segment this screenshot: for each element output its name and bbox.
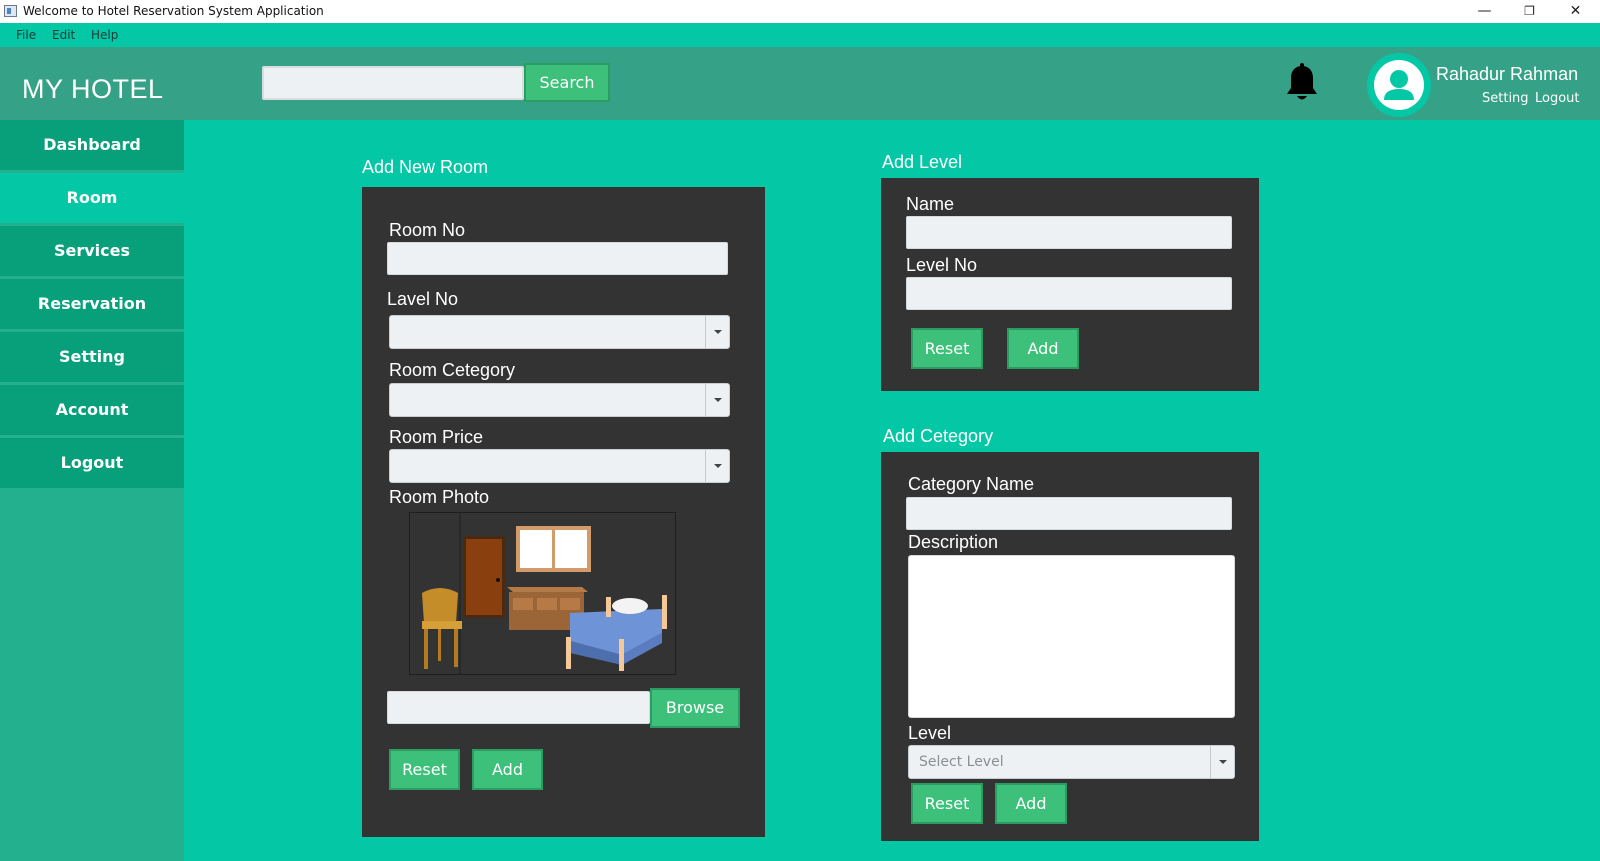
- level-add-button[interactable]: Add: [1007, 328, 1079, 369]
- chevron-down-icon[interactable]: [1210, 746, 1234, 778]
- description-label: Description: [908, 532, 999, 552]
- category-reset-button[interactable]: Reset: [911, 783, 983, 824]
- add-category-panel: Category Name Description Level Select L…: [881, 452, 1259, 841]
- category-level-dropdown[interactable]: Select Level: [908, 745, 1235, 779]
- add-category-title: Add Cetegory: [883, 426, 994, 446]
- app-header: MY HOTEL Search Rahadur Rahman Setting L…: [0, 47, 1600, 120]
- room-no-label: Room No: [389, 220, 466, 240]
- search-input[interactable]: [262, 66, 524, 100]
- add-room-panel: Room No Lavel No Room Cetegory Room Pric…: [362, 187, 765, 837]
- level-no-dropdown[interactable]: [389, 315, 730, 349]
- category-add-button[interactable]: Add: [995, 783, 1067, 824]
- add-level-title: Add Level: [882, 152, 963, 172]
- room-add-button[interactable]: Add: [472, 749, 543, 790]
- room-reset-button[interactable]: Reset: [389, 749, 460, 790]
- room-photo-label: Room Photo: [389, 487, 490, 507]
- sidebar-item-room[interactable]: Room: [0, 173, 184, 223]
- description-textarea[interactable]: [908, 555, 1235, 718]
- minimize-button[interactable]: —: [1462, 0, 1507, 23]
- sidebar-item-logout[interactable]: Logout: [0, 438, 184, 488]
- room-photo-preview: [409, 512, 676, 675]
- chevron-down-icon[interactable]: [705, 450, 729, 482]
- category-level-label: Level: [908, 723, 952, 743]
- room-category-label: Room Cetegory: [389, 360, 516, 380]
- photo-path-field[interactable]: [387, 691, 650, 724]
- chevron-down-icon[interactable]: [705, 316, 729, 348]
- category-name-label: Category Name: [908, 474, 1035, 494]
- room-price-label: Room Price: [389, 427, 484, 447]
- restore-button[interactable]: ❐: [1507, 0, 1552, 23]
- chevron-down-icon[interactable]: [705, 384, 729, 416]
- level-name-field[interactable]: [906, 216, 1232, 249]
- level-reset-button[interactable]: Reset: [911, 328, 983, 369]
- bell-icon[interactable]: [1284, 63, 1320, 103]
- user-name: Rahadur Rahman: [1436, 64, 1579, 84]
- close-button[interactable]: ✕: [1553, 0, 1598, 23]
- sidebar-item-setting[interactable]: Setting: [0, 332, 184, 382]
- add-level-panel: Name Level No Reset Add: [881, 178, 1259, 391]
- level-no-label: Lavel No: [387, 289, 459, 309]
- logout-link[interactable]: Logout: [1535, 91, 1580, 106]
- sidebar-item-dashboard[interactable]: Dashboard: [0, 120, 184, 170]
- sidebar-item-services[interactable]: Services: [0, 226, 184, 276]
- sidebar: Dashboard Room Services Reservation Sett…: [0, 120, 184, 861]
- room-price-dropdown[interactable]: [389, 449, 730, 483]
- level-name-label: Name: [906, 194, 955, 214]
- window-title: Welcome to Hotel Reservation System Appl…: [23, 4, 324, 18]
- level-number-field[interactable]: [906, 277, 1232, 310]
- room-category-dropdown[interactable]: [389, 383, 730, 417]
- setting-link[interactable]: Setting: [1482, 91, 1529, 106]
- menu-help[interactable]: Help: [91, 28, 118, 42]
- sidebar-item-reservation[interactable]: Reservation: [0, 279, 184, 329]
- select-level-placeholder: Select Level: [919, 754, 1004, 770]
- sidebar-item-account[interactable]: Account: [0, 385, 184, 435]
- user-avatar-icon[interactable]: [1367, 53, 1431, 117]
- app-icon: [4, 5, 17, 17]
- browse-button[interactable]: Browse: [650, 688, 740, 728]
- brand-title: MY HOTEL: [22, 74, 164, 104]
- room-no-field[interactable]: [387, 242, 728, 275]
- menu-file[interactable]: File: [16, 28, 36, 42]
- menu-bar: File Edit Help: [0, 23, 1600, 47]
- level-number-label: Level No: [906, 255, 978, 275]
- search-button[interactable]: Search: [524, 63, 610, 102]
- category-name-field[interactable]: [906, 497, 1232, 530]
- menu-edit[interactable]: Edit: [52, 28, 75, 42]
- window-titlebar: Welcome to Hotel Reservation System Appl…: [0, 0, 1600, 23]
- add-room-title: Add New Room: [362, 157, 489, 177]
